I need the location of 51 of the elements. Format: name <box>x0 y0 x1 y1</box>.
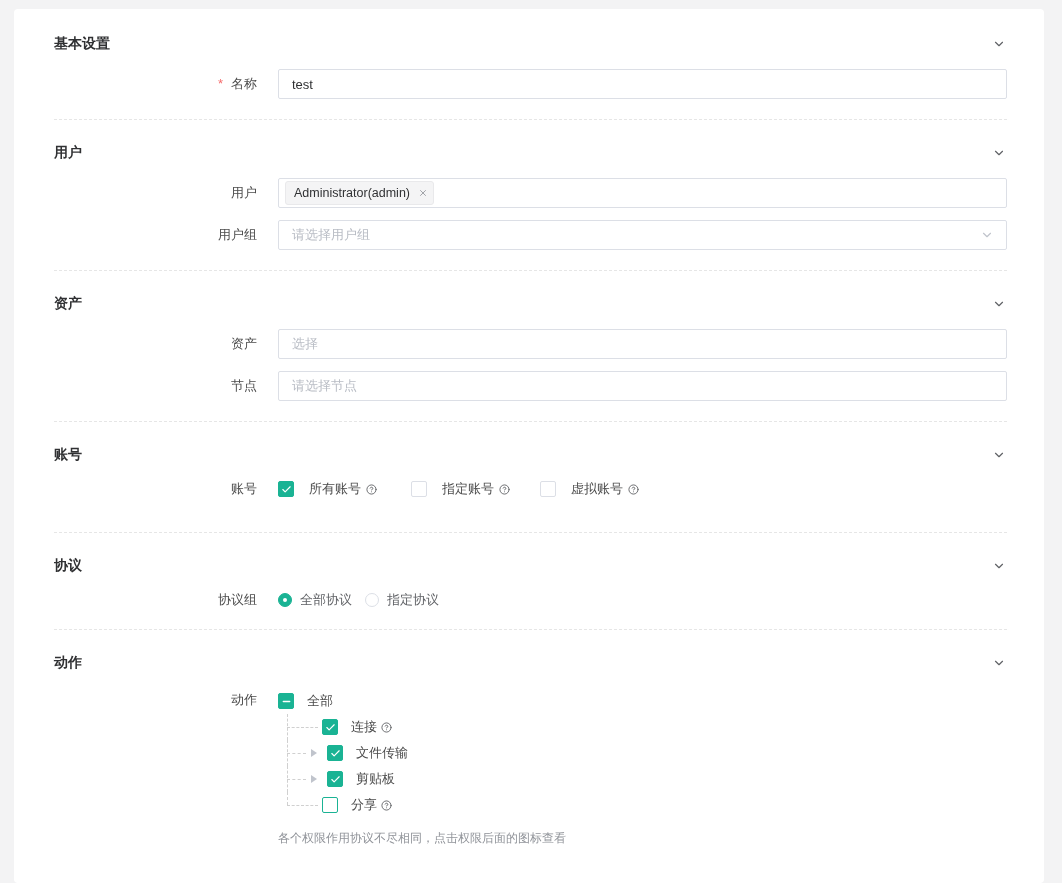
section-title: 基本设置 <box>54 35 110 53</box>
check-icon <box>280 483 292 495</box>
radio-label: 指定协议 <box>387 591 439 609</box>
checkbox-label: 虚拟账号 <box>571 480 623 498</box>
section-title: 协议 <box>54 557 82 575</box>
section-title: 资产 <box>54 295 82 313</box>
help-icon[interactable] <box>366 483 377 495</box>
tree-label: 分享 <box>351 796 377 814</box>
field-label: 资产 <box>230 335 257 353</box>
caret-icon[interactable] <box>310 775 318 783</box>
text-field[interactable]: 选择 <box>278 329 1007 359</box>
field-label: 用户 <box>230 184 257 202</box>
caret-icon[interactable] <box>310 749 318 757</box>
checkbox-label: 所有账号 <box>309 480 361 498</box>
section-title: 账号 <box>54 446 82 464</box>
field-label: 节点 <box>230 377 257 395</box>
user-tag: Administrator(admin) <box>285 181 434 205</box>
help-icon[interactable] <box>381 721 392 733</box>
checkbox[interactable] <box>278 481 294 497</box>
tree-label: 全部 <box>307 692 333 710</box>
radio-button[interactable] <box>278 593 292 607</box>
tree-label: 文件传输 <box>356 744 408 762</box>
required-mark: * <box>217 76 223 91</box>
checkbox[interactable] <box>327 745 343 761</box>
radio-label: 全部协议 <box>300 591 352 609</box>
help-icon[interactable] <box>499 483 510 495</box>
field-label: * 名称 <box>216 75 257 93</box>
tree-label: 连接 <box>351 718 377 736</box>
help-icon[interactable] <box>381 799 392 811</box>
close-icon[interactable] <box>418 188 428 198</box>
text-field[interactable]: test <box>278 69 1007 99</box>
section-title: 用户 <box>54 144 82 162</box>
hint-text: 各个权限作用协议不尽相同，点击权限后面的图标查看 <box>278 830 566 847</box>
checkbox[interactable] <box>327 771 343 787</box>
field-label: 动作 <box>230 691 257 709</box>
help-icon[interactable] <box>628 483 639 495</box>
checkbox[interactable] <box>322 797 338 813</box>
checkbox-label: 指定账号 <box>442 480 494 498</box>
tag-field[interactable]: Administrator(admin) <box>278 178 1007 208</box>
field-label: 账号 <box>230 480 257 498</box>
tree-label: 剪贴板 <box>356 770 395 788</box>
section-title: 动作 <box>54 654 82 672</box>
field-label: 用户组 <box>217 226 257 244</box>
checkbox[interactable] <box>278 693 294 709</box>
field-label: 协议组 <box>217 591 257 609</box>
checkbox[interactable] <box>322 719 338 735</box>
text-field[interactable]: 请选择节点 <box>278 371 1007 401</box>
check-icon <box>329 747 341 759</box>
check-icon <box>324 721 336 733</box>
select-field[interactable]: 请选择用户组 <box>278 220 1007 250</box>
check-icon <box>329 773 341 785</box>
